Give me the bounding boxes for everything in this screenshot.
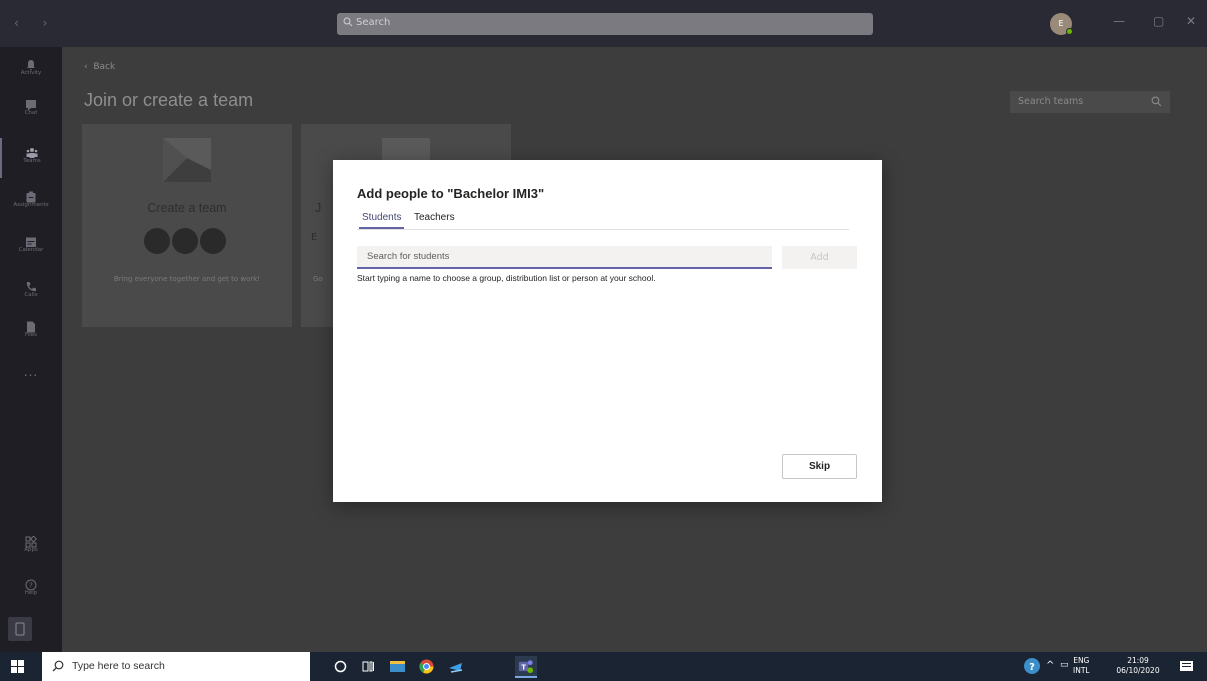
rail-item-calendar[interactable]: Calendar bbox=[0, 227, 62, 267]
page-title: Join or create a team bbox=[84, 90, 254, 110]
chrome-icon[interactable] bbox=[418, 658, 435, 675]
student-search-input[interactable]: Search for students bbox=[357, 246, 772, 269]
search-icon bbox=[1151, 96, 1162, 107]
download-mobile-button[interactable] bbox=[8, 617, 32, 641]
windows-start-icon[interactable] bbox=[11, 660, 24, 673]
clock-date: 06/10/2020 bbox=[1116, 666, 1160, 675]
bell-icon bbox=[25, 56, 37, 71]
rail-label: Activity bbox=[20, 70, 42, 76]
tab-students[interactable]: Students bbox=[358, 212, 406, 229]
student-search-placeholder: Search for students bbox=[367, 251, 450, 262]
rail-label: Files bbox=[24, 332, 38, 338]
clock-time: 21:09 bbox=[1127, 656, 1149, 665]
rail-label: Chat bbox=[24, 110, 38, 116]
rail-label: Teams bbox=[23, 158, 41, 164]
file-explorer-icon[interactable] bbox=[389, 658, 406, 675]
search-teams-placeholder: Search teams bbox=[1018, 96, 1084, 107]
code-field-partial: E bbox=[311, 232, 318, 243]
add-people-dialog: Add people to "Bachelor IMI3" Students T… bbox=[333, 160, 882, 502]
rail-item-calls[interactable]: Calls bbox=[0, 272, 62, 312]
taskbar-search-placeholder: Type here to search bbox=[72, 660, 165, 672]
rail-label: Apps bbox=[24, 547, 38, 553]
rail-item-apps[interactable]: Apps bbox=[0, 527, 62, 567]
card-title: Create a team bbox=[147, 201, 227, 215]
rail-item-chat[interactable]: Chat bbox=[0, 90, 62, 130]
mobile-device-icon bbox=[15, 622, 25, 636]
clock[interactable]: 21:09 06/10/2020 bbox=[1113, 656, 1163, 676]
teams-icon bbox=[26, 144, 38, 158]
assignments-icon bbox=[25, 188, 37, 203]
minimize-button[interactable]: — bbox=[1113, 14, 1125, 28]
rail-item-assignments[interactable]: Assignments bbox=[0, 182, 62, 222]
search-icon bbox=[52, 660, 64, 672]
help-tray-icon[interactable]: ? bbox=[1024, 658, 1040, 674]
dialog-title: Add people to "Bachelor IMI3" bbox=[357, 186, 545, 201]
svg-text:?: ? bbox=[1029, 662, 1035, 673]
lang-top: ENG bbox=[1073, 656, 1090, 665]
back-link[interactable]: ‹ Back bbox=[84, 62, 115, 72]
presence-dot bbox=[1066, 28, 1073, 35]
card-description-partial: Go bbox=[313, 275, 323, 283]
app-rail: Activity Chat Teams Assignments Calendar… bbox=[0, 47, 62, 652]
card-description: Bring everyone together and get to work! bbox=[113, 275, 261, 283]
rail-label: Calendar bbox=[18, 247, 44, 253]
cortana-icon[interactable] bbox=[332, 658, 349, 675]
search-icon bbox=[343, 17, 353, 27]
close-button[interactable]: ✕ bbox=[1186, 14, 1196, 28]
search-teams-input[interactable]: Search teams bbox=[1010, 91, 1170, 113]
create-team-card[interactable]: Create a team Bring everyone together an… bbox=[82, 124, 292, 327]
task-view-icon[interactable] bbox=[360, 658, 377, 675]
search-hint: Start typing a name to choose a group, d… bbox=[357, 273, 656, 283]
more-apps-button[interactable]: ... bbox=[0, 365, 62, 405]
avatar-initial: E bbox=[1058, 19, 1064, 28]
lang-bottom: INTL bbox=[1073, 666, 1090, 675]
rail-label: Help bbox=[24, 590, 38, 596]
dialog-tabs: Students Teachers bbox=[357, 212, 849, 230]
teams-taskbar-icon[interactable]: T bbox=[515, 656, 537, 678]
global-search-box[interactable]: Search bbox=[337, 13, 873, 35]
skip-button[interactable]: Skip bbox=[782, 454, 857, 479]
nav-arrows[interactable]: ‹ › bbox=[14, 16, 57, 30]
create-team-illustration bbox=[163, 138, 211, 182]
title-bar: ‹ › Search E — ▢ ✕ bbox=[0, 0, 1207, 47]
global-search-placeholder: Search bbox=[356, 17, 391, 28]
language-indicator[interactable]: ENG INTL bbox=[1073, 656, 1090, 676]
member-avatars bbox=[144, 228, 234, 254]
chat-icon bbox=[25, 96, 37, 111]
rail-label: Calls bbox=[24, 292, 38, 298]
back-label: Back bbox=[93, 62, 116, 72]
notification-icon[interactable] bbox=[1178, 658, 1195, 675]
rail-item-help[interactable]: ? Help bbox=[0, 570, 62, 610]
help-icon: ? bbox=[25, 576, 37, 591]
app-icon[interactable] bbox=[447, 658, 464, 675]
rail-item-files[interactable]: Files bbox=[0, 312, 62, 352]
rail-item-activity[interactable]: Activity bbox=[0, 50, 62, 90]
taskbar-search-box[interactable]: Type here to search bbox=[42, 652, 310, 681]
rail-label: ... bbox=[23, 365, 39, 379]
svg-text:?: ? bbox=[29, 582, 33, 590]
svg-text:T: T bbox=[521, 663, 526, 671]
phone-icon bbox=[25, 278, 37, 292]
calendar-icon bbox=[25, 233, 37, 247]
add-button[interactable]: Add bbox=[782, 246, 857, 269]
tab-teachers[interactable]: Teachers bbox=[414, 212, 455, 223]
rail-item-teams[interactable]: Teams bbox=[0, 138, 62, 178]
apps-icon bbox=[25, 533, 38, 548]
network-icon[interactable]: ▭ bbox=[1060, 660, 1069, 670]
avatar[interactable]: E bbox=[1050, 13, 1073, 35]
chevron-up-icon[interactable]: ^ bbox=[1046, 660, 1054, 671]
file-icon bbox=[25, 318, 37, 333]
taskbar: Type here to search T ? ^ ▭ ENG INTL 21:0… bbox=[0, 652, 1207, 681]
maximize-button[interactable]: ▢ bbox=[1153, 14, 1164, 28]
rail-label: Assignments bbox=[13, 202, 49, 208]
